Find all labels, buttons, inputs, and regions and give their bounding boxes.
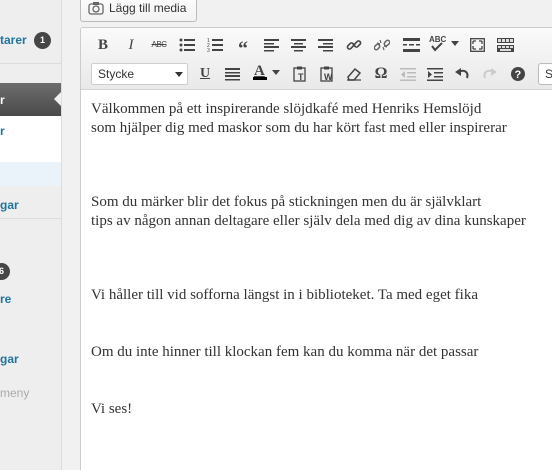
content-paragraph: Vi håller till vid sofforna längst in i … [91,286,552,305]
remove-link-icon[interactable] [372,35,392,55]
paragraph-line: Välkommen på ett inspirerande slöjdkafé … [91,101,482,117]
editor-toolbar: B I ABC 123 “ ABC Stycke U A T W Ω ? [81,28,552,90]
content-paragraph: Välkommen på ett inspirerande slöjdkafé … [91,100,552,138]
paragraph-line: Om du inte hinner till klockan fem kan d… [91,344,479,360]
bullet-list-icon[interactable] [177,35,197,55]
add-media-button[interactable]: Lägg till media [80,0,198,22]
sidebar-separator [0,63,61,64]
add-media-label: Lägg till media [109,1,187,15]
italic-button[interactable]: I [121,35,141,55]
underline-button[interactable]: U [195,64,215,84]
indent-icon[interactable] [425,64,445,84]
content-paragraph: Om du inte hinner till klockan fem kan d… [91,343,552,362]
sidebar-item-current[interactable]: r [0,83,61,116]
insert-link-icon[interactable] [344,35,364,55]
numbered-list-icon[interactable]: 123 [205,35,225,55]
sidebar-submenu: r [0,116,61,186]
svg-text:A: A [254,63,265,79]
sidebar-separator [0,218,61,219]
content-paragraph: Som du märker blir det fokus på sticknin… [91,193,552,231]
insert-more-icon[interactable] [401,35,421,55]
align-center-icon[interactable] [288,35,308,55]
paste-as-text-icon[interactable]: T [290,64,310,84]
sidebar-item[interactable]: re [0,292,61,306]
toolbar-partial-button[interactable]: S [538,63,552,85]
media-camera-icon [88,1,104,15]
sidebar-item[interactable]: gar [0,198,61,212]
blockquote-button[interactable]: “ [233,35,253,59]
svg-text:T: T [298,72,304,82]
clear-formatting-icon[interactable] [344,64,364,84]
bold-button[interactable]: B [93,35,113,55]
current-menu-arrow [54,91,61,107]
sidebar-submenu-item[interactable]: r [0,124,5,138]
post-editor: B I ABC 123 “ ABC Stycke U A T W Ω ? Väl… [80,27,552,470]
align-right-icon[interactable] [315,35,335,55]
special-character-button[interactable]: Ω [371,64,391,84]
paragraph-line: Vi håller till vid sofforna längst in i … [91,287,478,303]
outdent-icon[interactable] [398,64,418,84]
align-justify-icon[interactable] [222,64,242,84]
svg-text:?: ? [515,69,522,81]
redo-icon[interactable] [479,64,499,84]
spellcheck-icon[interactable]: ABC [428,33,462,53]
paragraph-line: Som du märker blir det fokus på sticknin… [91,194,482,210]
help-icon[interactable]: ? [508,64,528,84]
paragraph-line: tips av någon annan deltagare eller själ… [91,213,526,229]
sidebar-submenu-item-current[interactable] [0,162,61,186]
paragraph-line: som hjälper dig med maskor som du har kö… [91,120,507,136]
svg-text:ABC: ABC [429,35,447,44]
collapse-menu-button[interactable]: meny [0,386,61,400]
sidebar-item-with-badge[interactable]: 6 [0,263,61,280]
svg-text:W: W [324,72,333,82]
strikethrough-button[interactable]: ABC [149,35,169,55]
editor-content[interactable]: Välkommen på ett inspirerande slöjdkafé … [81,90,552,470]
sidebar-item-comments[interactable]: tarer 1 [0,32,61,49]
update-count-badge: 6 [0,263,10,280]
content-paragraph: Vi ses! [91,400,552,419]
paste-from-word-icon[interactable]: W [317,64,337,84]
sidebar-item[interactable]: gar [0,352,61,366]
fullscreen-icon[interactable] [467,35,487,55]
kitchen-sink-icon[interactable] [495,35,515,55]
comments-count-badge: 1 [34,32,51,49]
undo-icon[interactable] [452,64,472,84]
chevron-down-icon [175,72,183,77]
svg-text:3: 3 [207,48,210,52]
admin-sidebar: tarer 1 r r gar 6 re gar meny [0,0,62,470]
text-color-icon[interactable]: A [250,62,284,82]
paragraph-line: Vi ses! [91,401,133,417]
format-select-value: Stycke [98,67,135,81]
align-left-icon[interactable] [261,35,281,55]
sidebar-item-label: tarer [0,33,27,47]
sidebar-current-label: r [0,93,5,107]
format-select[interactable]: Stycke [91,63,188,85]
